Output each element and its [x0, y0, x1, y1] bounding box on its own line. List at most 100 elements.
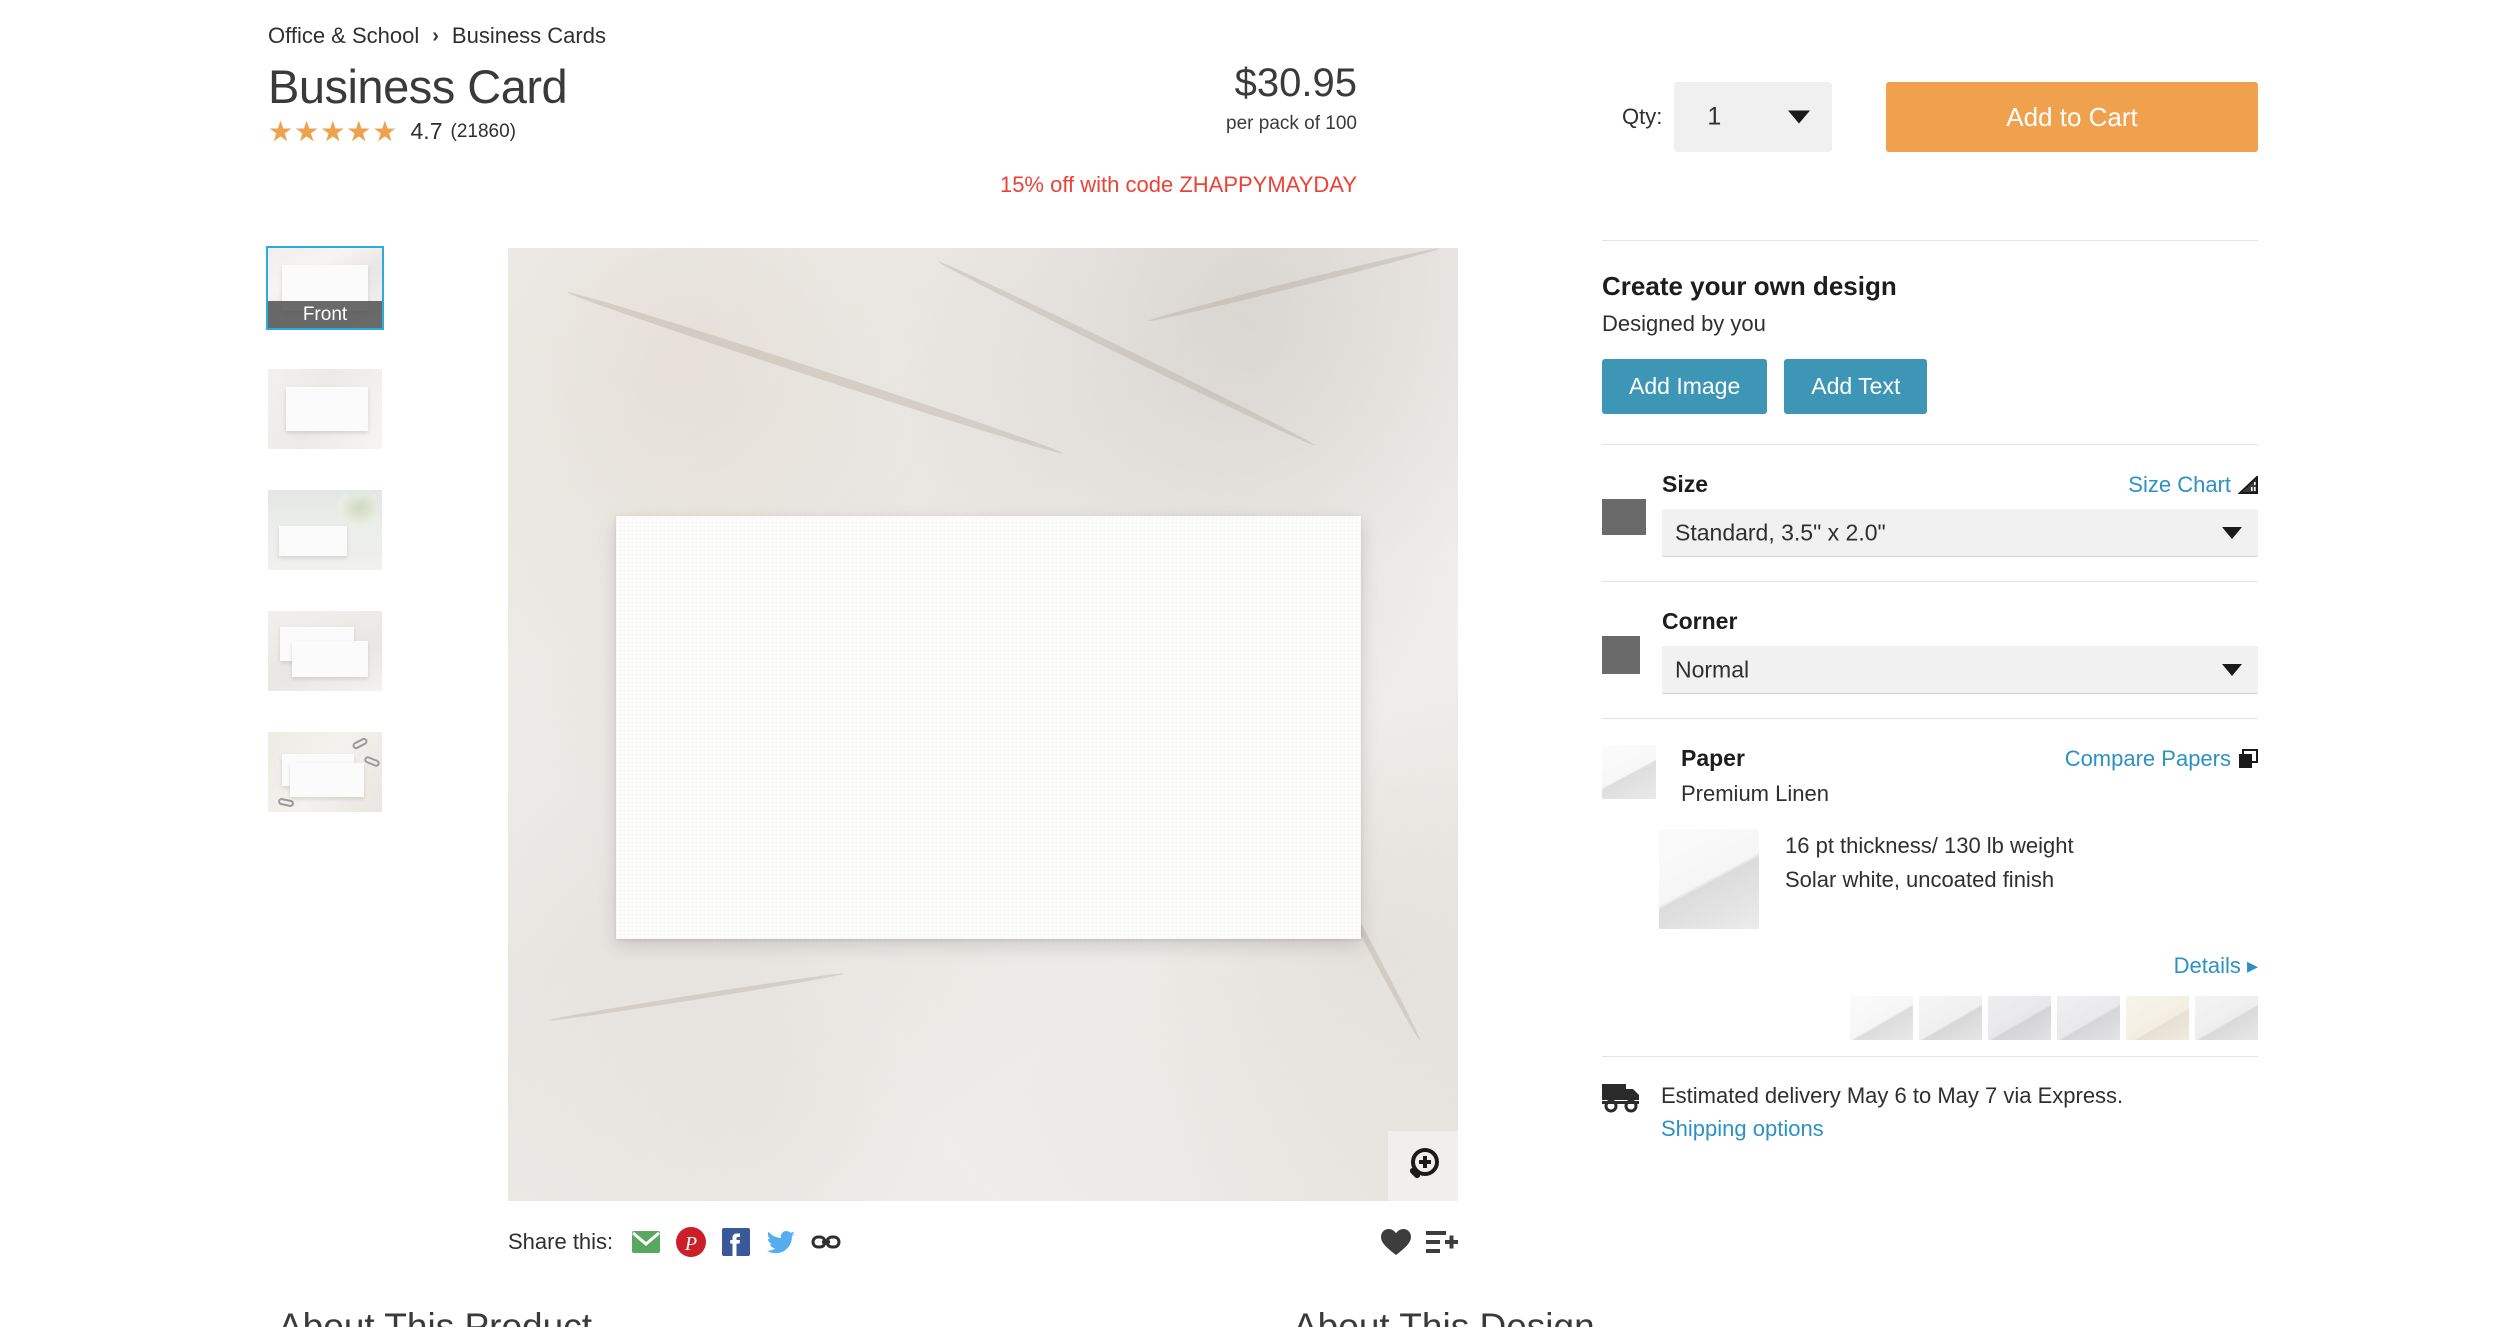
breadcrumb-separator-icon: ›	[432, 24, 439, 47]
size-select[interactable]: Standard, 3.5" x 2.0"	[1662, 509, 2258, 557]
corner-select[interactable]: Normal	[1662, 646, 2258, 694]
price-value: $30.95	[1234, 61, 1357, 105]
promo-message: 15% off with code ZHAPPYMAYDAY	[999, 172, 1357, 197]
thumbnail-image	[268, 490, 382, 570]
product-image-viewer[interactable]	[508, 248, 1458, 1201]
design-heading: Create your own design	[1602, 271, 1897, 301]
marble-vein	[936, 258, 1318, 449]
about-this-product-heading: About This Product	[278, 1306, 592, 1327]
thumbnail-stacked-cards[interactable]	[268, 611, 382, 691]
design-section: Create your own design Designed by you A…	[1602, 241, 2258, 414]
twitter-icon[interactable]	[765, 1226, 797, 1258]
title-block: Business Card ★★★★★ ★★★★★ 4.7 (21860)	[268, 60, 568, 146]
svg-text:P: P	[684, 1233, 697, 1255]
favorite-actions	[1380, 1227, 1458, 1257]
page-title: Business Card	[268, 60, 568, 113]
rating-row[interactable]: ★★★★★ ★★★★★ 4.7 (21860)	[268, 117, 567, 146]
paper-swatch-felt[interactable]	[2126, 996, 2189, 1040]
email-icon[interactable]	[630, 1226, 662, 1258]
rating-count: (21860)	[450, 120, 517, 142]
copy-link-icon[interactable]	[810, 1226, 842, 1258]
configuration-panel: Create your own design Designed by you A…	[1602, 240, 2258, 1145]
thumbnail-image	[268, 611, 382, 691]
paper-swatch-standard[interactable]	[1850, 996, 1913, 1040]
price-block: $30.95 per pack of 100	[1226, 63, 1357, 135]
add-text-button[interactable]: Add Text	[1784, 359, 1928, 414]
quantity-value: 1	[1707, 102, 1722, 131]
marble-vein	[566, 288, 1064, 458]
thumbnail-back[interactable]	[268, 369, 382, 449]
size-chart-link-label: Size Chart	[2128, 472, 2231, 497]
thumbnail-image	[268, 369, 382, 449]
paper-swatch-premium-matte[interactable]	[1919, 996, 1982, 1040]
chevron-down-icon	[2222, 526, 2242, 539]
compare-windows-icon	[2239, 749, 2258, 768]
paper-swatch-strip	[1602, 996, 2258, 1056]
corner-header: Corner	[1662, 608, 2258, 635]
corner-swatch-icon	[1602, 636, 1640, 674]
quantity-label: Qty:	[1622, 104, 1663, 129]
add-to-cart-button[interactable]: Add to Cart	[1886, 82, 2258, 152]
size-chart-link[interactable]: Size Chart	[2128, 472, 2258, 498]
thumbnail-card-shape	[290, 763, 364, 797]
paperclip-decoration	[277, 797, 295, 808]
price-unit: per pack of 100	[1226, 113, 1357, 134]
star-rating: ★★★★★ ★★★★★	[268, 117, 399, 146]
quantity-select[interactable]: 1	[1674, 82, 1833, 152]
add-image-button[interactable]: Add Image	[1602, 359, 1768, 414]
add-to-list-icon[interactable]	[1426, 1227, 1458, 1257]
facebook-icon[interactable]	[720, 1226, 752, 1258]
paper-spec-thickness: 16 pt thickness/ 130 lb weight	[1785, 833, 2074, 858]
paper-thumbnail-icon	[1602, 745, 1656, 799]
plant-decoration	[336, 494, 376, 528]
breadcrumb-item-office-school[interactable]: Office & School	[268, 23, 419, 49]
corner-value: Normal	[1675, 656, 1750, 682]
paper-details-link[interactable]: Details ▸	[1602, 953, 2258, 979]
corner-body: Corner Normal	[1662, 608, 2258, 694]
size-label: Size	[1662, 471, 1709, 497]
paper-header: Paper Compare Papers	[1681, 745, 2258, 772]
design-subheading: Designed by you	[1602, 311, 1766, 336]
thumbnail-card-shape	[286, 387, 368, 431]
chevron-down-icon	[2222, 663, 2242, 676]
breadcrumb-item-business-cards[interactable]: Business Cards	[452, 23, 606, 49]
paper-swatch-premium-semigloss[interactable]	[2057, 996, 2120, 1040]
paper-body: Paper Compare Papers Premium Linen	[1656, 745, 2258, 807]
thumbnail-front[interactable]: Front	[266, 246, 384, 330]
option-corner: Corner Normal	[1602, 582, 2258, 718]
size-swatch-icon	[1602, 499, 1646, 535]
about-this-design-heading: About This Design	[1293, 1306, 1595, 1327]
design-actions: Add Image Add Text	[1602, 359, 2258, 414]
paper-specs: 16 pt thickness/ 130 lb weight Solar whi…	[1759, 829, 2074, 929]
compare-papers-link[interactable]: Compare Papers	[2065, 746, 2258, 772]
paper-large-preview	[1659, 829, 1759, 929]
chevron-down-icon	[1788, 110, 1811, 124]
thumbnail-desk-paperclips[interactable]	[268, 732, 382, 812]
size-header: Size Size Chart	[1662, 471, 2258, 498]
corner-label: Corner	[1662, 608, 1738, 634]
delivery-truck-icon	[1602, 1084, 1639, 1113]
paper-swatch-pearl[interactable]	[2195, 996, 2258, 1040]
magnifier-plus-icon[interactable]	[1388, 1131, 1458, 1201]
option-size: Size Size Chart Standard, 3.5" x 2.0"	[1602, 445, 2258, 581]
quantity-control: Qty: 1	[1622, 82, 1833, 152]
share-icon-group: P	[630, 1226, 842, 1258]
shipping-options-link[interactable]: Shipping options	[1661, 1116, 1824, 1141]
heart-icon[interactable]	[1380, 1227, 1412, 1257]
size-body: Size Size Chart Standard, 3.5" x 2.0"	[1662, 471, 2258, 557]
thumbnail-lifestyle-plant[interactable]	[268, 490, 382, 570]
star-rating-fill: ★★★★★	[268, 117, 391, 146]
thumbnail-image	[268, 732, 382, 812]
paperclip-decoration	[363, 755, 381, 768]
share-label: Share this:	[508, 1229, 614, 1254]
paper-value: Premium Linen	[1681, 781, 1829, 806]
compare-papers-link-label: Compare Papers	[2064, 746, 2231, 771]
shipping-section: Estimated delivery May 6 to May 7 via Ex…	[1602, 1057, 2258, 1145]
paper-detail: 16 pt thickness/ 130 lb weight Solar whi…	[1602, 829, 2258, 929]
share-bar: Share this: P	[508, 1222, 1458, 1262]
option-paper: Paper Compare Papers Premium Linen	[1602, 719, 2258, 807]
marble-vein	[1147, 248, 1440, 324]
corner-swatch-column	[1602, 608, 1662, 694]
paper-swatch-premium-linen[interactable]	[1988, 996, 2051, 1040]
pinterest-icon[interactable]: P	[675, 1226, 707, 1258]
